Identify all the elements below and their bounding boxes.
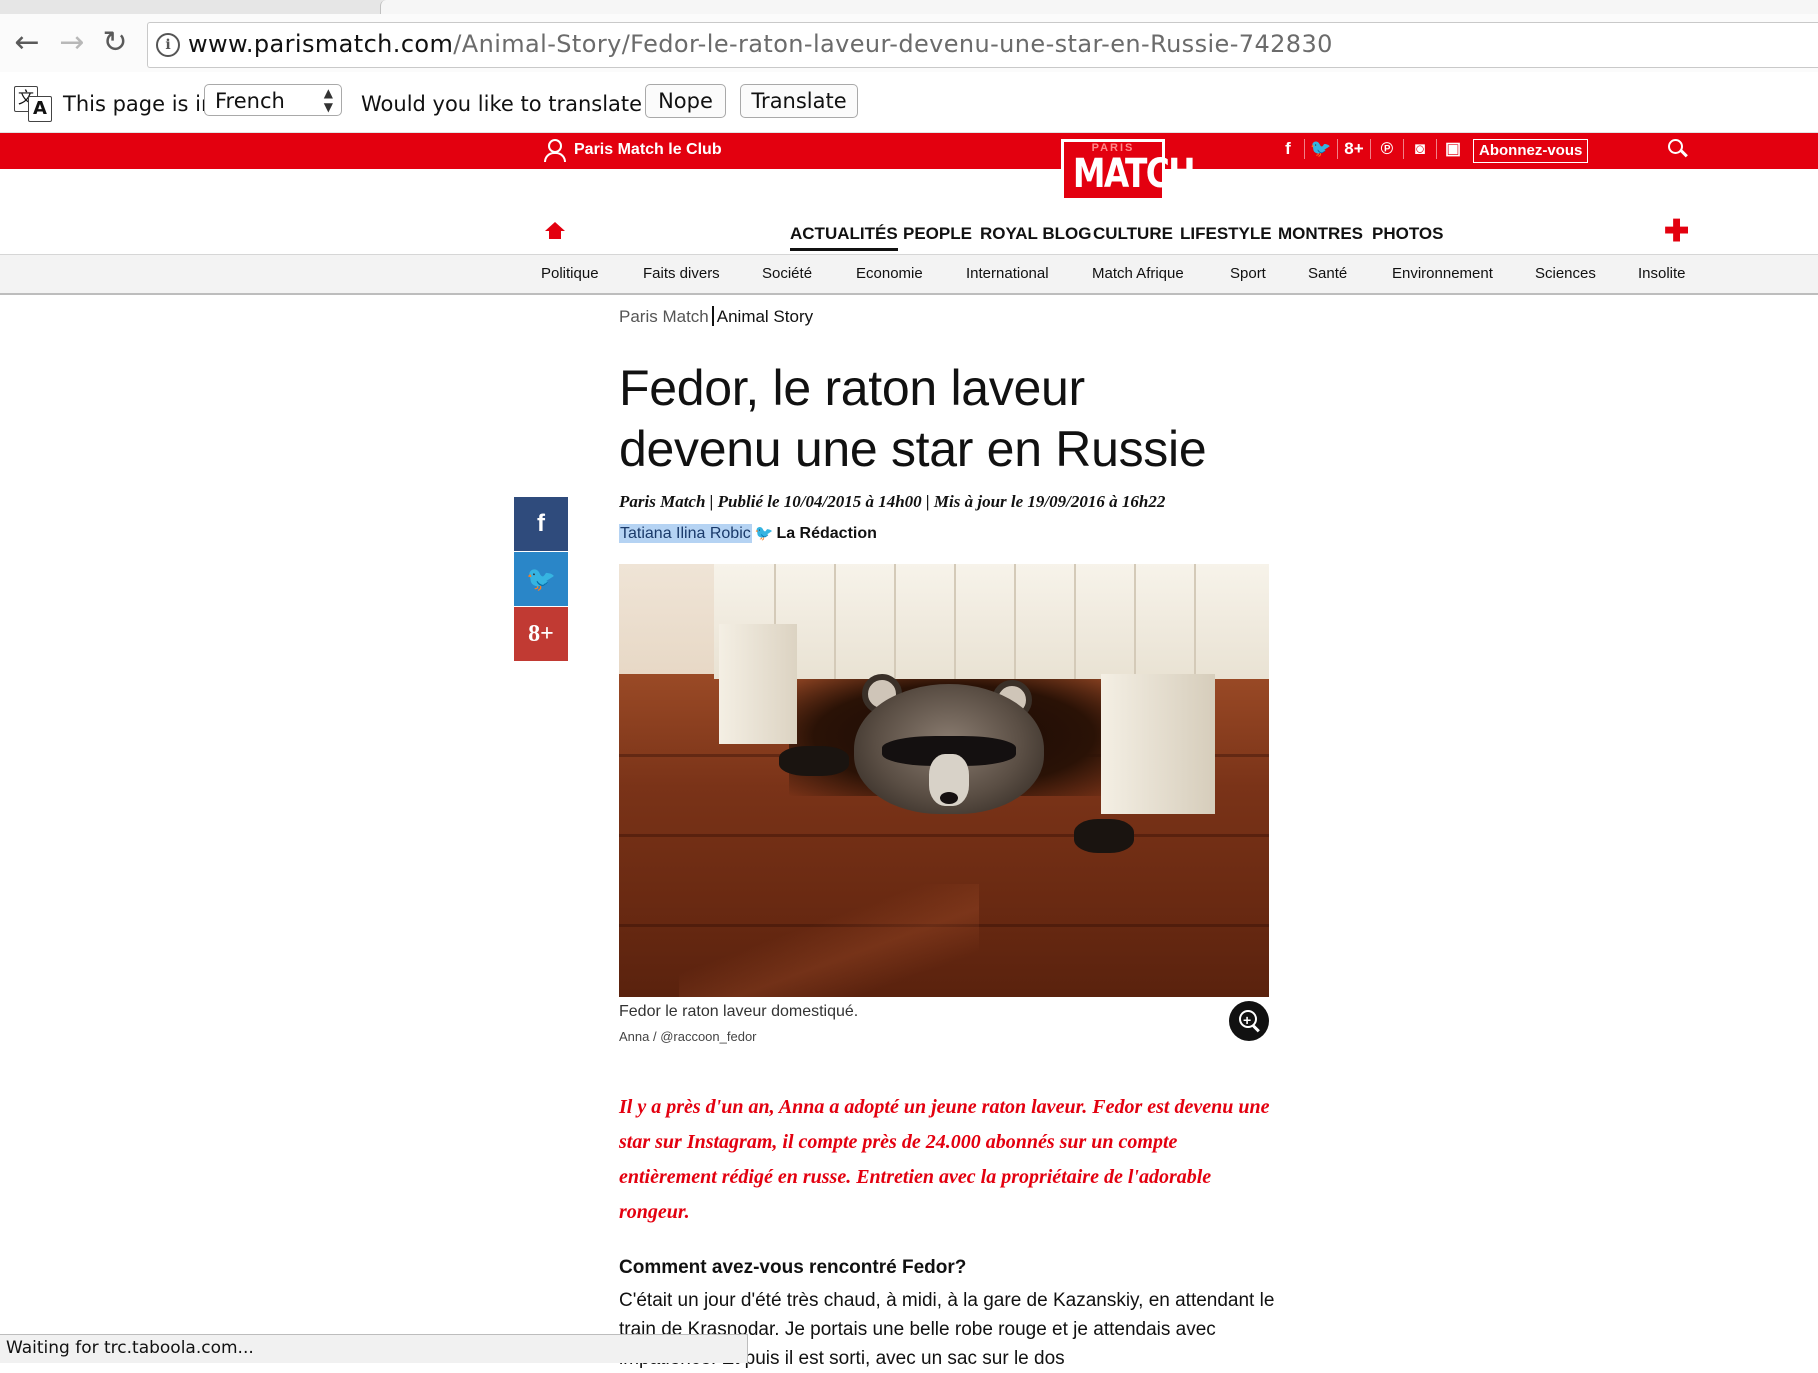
translate-button[interactable]: Translate [740, 84, 858, 118]
breadcrumb: Paris Match Animal Story [619, 306, 813, 327]
zoom-icon[interactable]: + [1229, 1001, 1269, 1041]
photo-credit: Anna / @raccoon_fedor [619, 1029, 757, 1044]
article-meta: Paris Match | Publié le 10/04/2015 à 14h… [619, 492, 1166, 511]
article-authors: Tatiana Ilina Robic 🐦 La Rédaction [619, 524, 877, 543]
author-team: La Rédaction [776, 525, 877, 542]
article-lead: Il y a près d'un an, Anna a adopté un je… [619, 1096, 1270, 1223]
logo-big-text: MATCH [1072, 151, 1196, 197]
club-link[interactable]: Paris Match le Club [544, 139, 722, 162]
subscribe-button[interactable]: Abonnez-vous [1473, 139, 1589, 163]
url-domain: www.parismatch.com [188, 30, 454, 58]
google-plus-icon[interactable]: 8+ [1338, 139, 1371, 159]
forward-button[interactable]: → [55, 26, 89, 60]
url-text[interactable]: www.parismatch.com/Animal-Story/Fedor-le… [188, 30, 1333, 58]
nav-montres[interactable]: MONTRES [1278, 224, 1363, 244]
subnav-sciences[interactable]: Sciences [1535, 265, 1596, 282]
article-title: Fedor, le raton laveur devenu une star e… [619, 358, 1299, 480]
instagram-icon[interactable]: ◙ [1404, 139, 1437, 159]
subnav-sport[interactable]: Sport [1230, 265, 1266, 282]
back-button[interactable]: ← [10, 26, 44, 60]
pinterest-icon[interactable]: ℗ [1371, 139, 1404, 159]
cabinet [714, 564, 1269, 679]
main-nav: ACTUALITÉS PEOPLE ROYAL BLOG CULTURE LIF… [0, 214, 1818, 254]
subnav-societe[interactable]: Société [762, 265, 812, 282]
select-arrows-icon: ▲ ▼ [323, 86, 333, 114]
reload-button[interactable]: ↻ [98, 26, 132, 60]
nav-actualites[interactable]: ACTUALITÉS [790, 224, 898, 251]
sub-nav: Politique Faits divers Société Economie … [0, 254, 1818, 295]
translate-prefix: This page is in [63, 92, 215, 116]
breadcrumb-home[interactable]: Paris Match [619, 307, 709, 326]
twitter-icon[interactable]: 🐦 [755, 524, 774, 542]
subnav-sante[interactable]: Santé [1308, 265, 1347, 282]
search-icon[interactable] [1666, 137, 1690, 161]
language-select-value: French [215, 89, 285, 113]
address-bar[interactable]: i www.parismatch.com/Animal-Story/Fedor-… [147, 22, 1818, 68]
nav-people[interactable]: PEOPLE [903, 224, 972, 244]
breadcrumb-section[interactable]: Animal Story [717, 307, 813, 326]
article-photo[interactable] [619, 564, 1269, 997]
subnav-match-afrique[interactable]: Match Afrique [1092, 265, 1184, 282]
subnav-faits-divers[interactable]: Faits divers [643, 265, 720, 282]
breadcrumb-separator [711, 306, 714, 326]
translate-question: Would you like to translate it? [361, 92, 674, 116]
top-red-bar: Paris Match le Club f 🐦 8+ ℗ ◙ ▣ Abonnez-vous [0, 133, 1818, 169]
club-label: Paris Match le Club [574, 141, 722, 159]
subnav-environnement[interactable]: Environnement [1392, 265, 1493, 282]
info-icon[interactable]: i [156, 33, 180, 57]
paris-match-logo[interactable]: PARIS MATCH [1061, 139, 1196, 201]
subnav-insolite[interactable]: Insolite [1638, 265, 1686, 282]
translate-bar: 文 A This page is in French ▲ ▼ Would you … [0, 72, 1818, 133]
nav-royal-blog[interactable]: ROYAL BLOG [980, 224, 1091, 244]
nav-culture[interactable]: CULTURE [1093, 224, 1173, 244]
translate-icon-glyph-a: A [28, 96, 52, 122]
browser-toolbar: ← → ↻ i www.parismatch.com/Animal-Story/… [0, 14, 1818, 72]
raccoon [834, 674, 1064, 824]
subnav-economie[interactable]: Economie [856, 265, 923, 282]
nope-button[interactable]: Nope [645, 84, 726, 118]
home-icon[interactable] [545, 222, 565, 240]
share-google-plus-button[interactable]: 8+ [514, 607, 568, 661]
tab-strip [0, 0, 1818, 15]
plus-icon[interactable]: ✚ [1664, 214, 1689, 249]
title-line-2: devenu une star en Russie [619, 421, 1207, 477]
interview-question: Comment avez-vous rencontré Fedor? [619, 1257, 967, 1278]
twitter-icon[interactable]: 🐦 [1305, 139, 1338, 159]
youtube-icon[interactable]: ▣ [1437, 139, 1469, 159]
nav-photos[interactable]: PHOTOS [1372, 224, 1443, 244]
url-path: /Animal-Story/Fedor-le-raton-laveur-deve… [453, 30, 1333, 58]
translate-icon: 文 A [14, 86, 52, 122]
facebook-icon[interactable]: f [1272, 139, 1305, 159]
nav-lifestyle[interactable]: LIFESTYLE [1180, 224, 1272, 244]
share-twitter-button[interactable]: 🐦 [514, 552, 568, 606]
social-links: f 🐦 8+ ℗ ◙ ▣ [1272, 139, 1469, 159]
language-select[interactable]: French ▲ ▼ [204, 84, 342, 116]
status-bar: Waiting for trc.taboola.com... [0, 1334, 748, 1363]
share-facebook-button[interactable]: f [514, 497, 568, 551]
photo-caption: Fedor le raton laveur domestiqué. [619, 1003, 859, 1020]
user-icon [544, 139, 566, 162]
author-name[interactable]: Tatiana Ilina Robic [619, 524, 752, 543]
subnav-politique[interactable]: Politique [541, 265, 599, 282]
title-line-1: Fedor, le raton laveur [619, 360, 1085, 416]
subnav-international[interactable]: International [966, 265, 1049, 282]
active-tab[interactable] [380, 0, 1818, 14]
